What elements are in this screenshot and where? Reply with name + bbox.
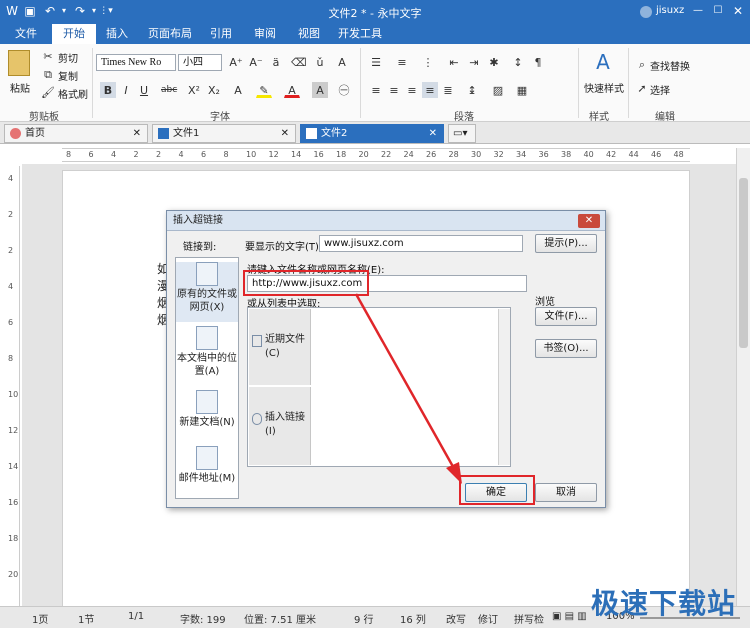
- status-row: 9 行: [354, 615, 374, 626]
- status-pages: 1/1: [128, 611, 145, 622]
- status-revise[interactable]: 修订: [478, 611, 498, 626]
- status-section: 1节: [78, 615, 95, 626]
- watermark: 极速下载站: [590, 587, 736, 620]
- status-spell[interactable]: 拼写检: [514, 611, 544, 626]
- arrow-head: [446, 462, 462, 484]
- status-overwrite[interactable]: 改写: [446, 611, 466, 626]
- view-mode-icons[interactable]: ▣ ▤ ▥: [552, 611, 587, 622]
- status-page[interactable]: 1页: [32, 611, 48, 626]
- status-words[interactable]: 字数: 199: [180, 611, 226, 626]
- annotation-arrow: [354, 293, 462, 484]
- status-position: 位置: 7.51 厘米: [244, 615, 316, 626]
- arrow-line: [354, 293, 458, 473]
- status-col: 16 列: [400, 615, 426, 626]
